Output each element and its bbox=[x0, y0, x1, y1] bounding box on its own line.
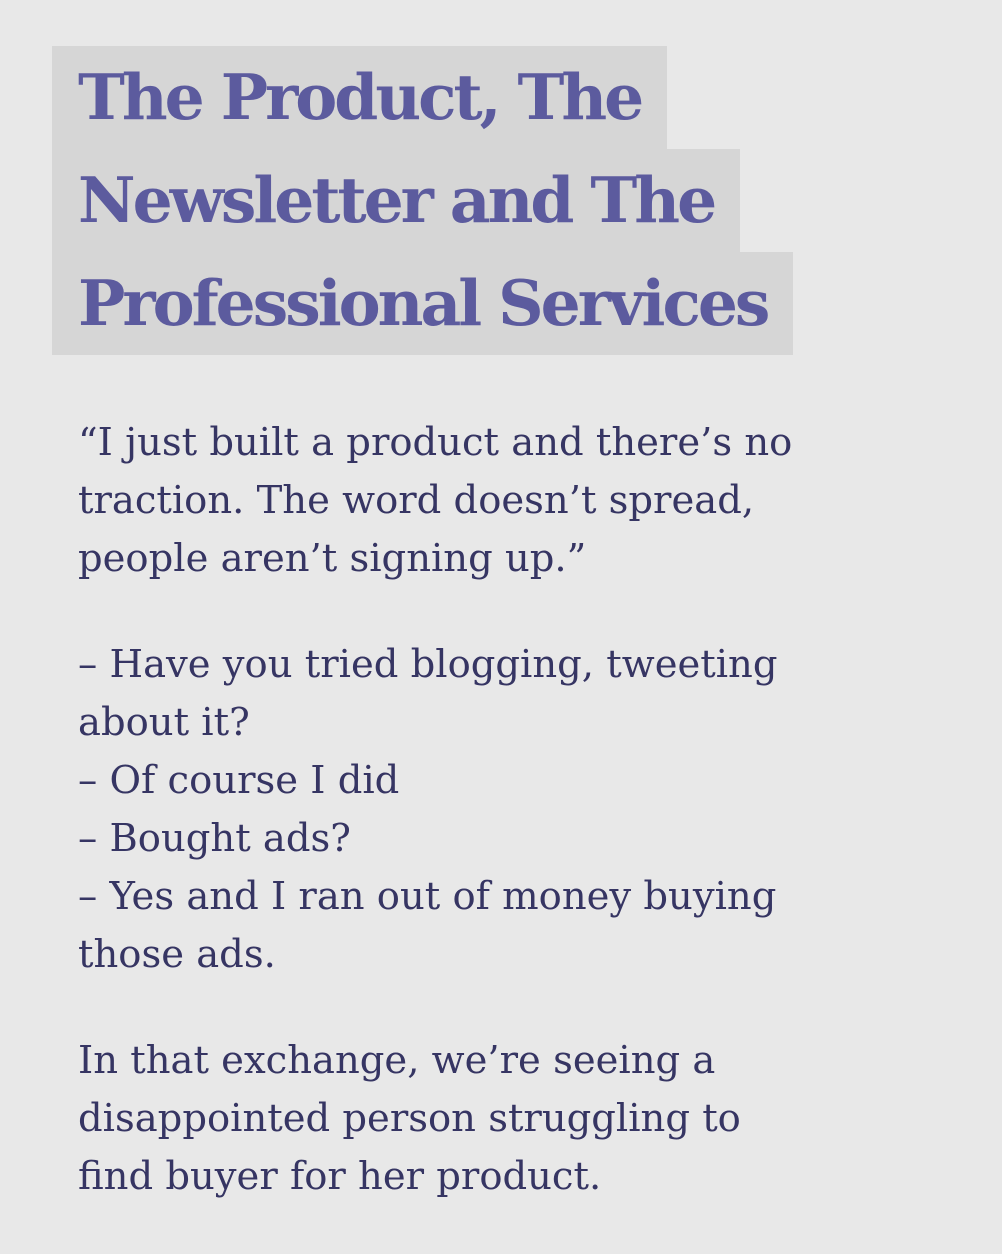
title-highlight: The Product, The bbox=[52, 46, 668, 149]
article-title: The Product, The Newsletter and The Prof… bbox=[52, 46, 952, 355]
title-highlight: Newsletter and The bbox=[52, 149, 741, 252]
article-body: “I just built a product and there’s no t… bbox=[78, 414, 958, 1254]
title-line: Professional Services bbox=[52, 252, 952, 355]
text-line: disappointed person struggling to bbox=[78, 1096, 741, 1141]
text-line: about it? bbox=[78, 700, 250, 745]
summary-paragraph: In that exchange, we’re seeing a disappo… bbox=[78, 1032, 958, 1206]
text-line: – Have you tried blogging, tweeting bbox=[78, 642, 778, 687]
title-highlight: Professional Services bbox=[52, 252, 794, 355]
text-line: In that exchange, we’re seeing a bbox=[78, 1038, 716, 1083]
title-line: Newsletter and The bbox=[52, 149, 952, 252]
text-line: – Yes and I ran out of money buying bbox=[78, 874, 777, 919]
text-line: – Of course I did bbox=[78, 758, 400, 803]
article: The Product, The Newsletter and The Prof… bbox=[0, 0, 1002, 1236]
text-line: – Bought ads? bbox=[78, 816, 351, 861]
dialogue-paragraph: – Have you tried blogging, tweeting abou… bbox=[78, 636, 958, 984]
quote-paragraph: “I just built a product and there’s no t… bbox=[78, 414, 958, 588]
text-line: people aren’t signing up.” bbox=[78, 536, 587, 581]
text-line: traction. The word doesn’t spread, bbox=[78, 478, 755, 523]
text-line: “I just built a product and there’s no bbox=[78, 420, 793, 465]
title-line: The Product, The bbox=[52, 46, 952, 149]
text-line: those ads. bbox=[78, 932, 276, 977]
text-line: find buyer for her product. bbox=[78, 1154, 602, 1199]
